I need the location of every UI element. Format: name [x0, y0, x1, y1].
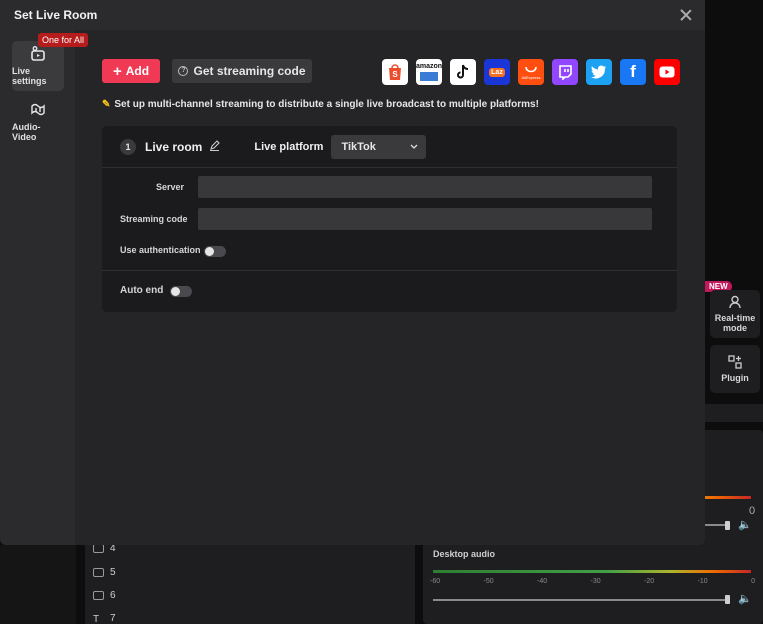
use-authentication-label: Use authentication [120, 245, 201, 255]
auto-end-label: Auto end [120, 285, 164, 296]
shopee-icon[interactable]: S [382, 59, 408, 85]
room-name: Live room [145, 139, 203, 154]
get-streaming-code-button[interactable]: ? Get streaming code [172, 59, 312, 83]
desktop-audio-label: Desktop audio [433, 549, 496, 559]
live-settings-content: + Add ? Get streaming code S amazon Laz [75, 30, 705, 545]
scene-icon [93, 568, 104, 577]
plus-icon: + [112, 62, 122, 80]
plugin-button[interactable]: Plugin [710, 345, 760, 393]
live-room-header: 1 Live room Live platform TikTok [102, 126, 677, 168]
pencil-sparkle-icon: ✎ [102, 99, 111, 110]
tiktok-icon[interactable] [450, 59, 476, 85]
plugin-icon [728, 355, 742, 369]
nav-audio-video[interactable]: Audio-Video [12, 97, 64, 147]
aliexpress-icon[interactable]: AliExpress [518, 59, 544, 85]
text-icon: T [93, 614, 100, 624]
help-icon: ? [178, 66, 189, 76]
live-platform-select[interactable]: TikTok [331, 134, 427, 159]
volume-knob[interactable] [725, 521, 730, 530]
twitter-icon[interactable] [586, 59, 612, 85]
use-authentication-toggle[interactable] [204, 246, 226, 257]
dialog-title: Set Live Room [14, 8, 98, 22]
audio-video-icon [31, 103, 45, 116]
add-button[interactable]: + Add [102, 59, 160, 83]
bg-divider-bar [705, 404, 763, 422]
realtime-mode-button[interactable]: Real-time mode [710, 290, 760, 338]
desktop-volume-knob[interactable] [725, 595, 730, 604]
lazada-icon[interactable]: Laz [484, 59, 510, 85]
twitch-icon[interactable] [552, 59, 578, 85]
room-number-badge: 1 [120, 138, 136, 155]
youtube-icon[interactable] [654, 59, 680, 85]
desktop-speaker-icon[interactable]: 🔈 [738, 592, 752, 605]
scene-item[interactable]: 6 [93, 590, 116, 601]
amazon-icon[interactable]: amazon [416, 59, 442, 85]
scene-icon [93, 591, 104, 600]
bg-meter-zero: 0 [749, 505, 756, 517]
auto-end-toggle[interactable] [170, 286, 192, 297]
bg-left-strip [0, 545, 76, 624]
server-label: Server [156, 182, 185, 192]
one-for-all-badge: One for All [38, 33, 89, 47]
scene-icon [93, 544, 104, 553]
scene-list-panel [85, 545, 415, 624]
set-live-room-dialog: Set Live Room Live settings Audio-Video … [0, 0, 705, 545]
card-divider [102, 270, 677, 271]
svg-text:S: S [392, 70, 398, 79]
multi-channel-tip: ✎ Set up multi-channel streaming to dist… [102, 99, 539, 110]
person-icon [729, 295, 741, 309]
streaming-code-label: Streaming code [120, 214, 188, 224]
dialog-side-nav: Live settings Audio-Video [0, 30, 75, 545]
desktop-volume-slider[interactable] [433, 599, 728, 601]
edit-icon[interactable] [209, 138, 221, 156]
scene-item[interactable]: T7 [93, 613, 116, 624]
live-room-card: 1 Live room Live platform TikTok Server … [102, 126, 677, 312]
server-input[interactable] [198, 176, 652, 198]
streaming-code-input[interactable] [198, 208, 652, 230]
chevron-down-icon [410, 144, 418, 149]
facebook-icon[interactable]: f [620, 59, 646, 85]
meter-ticks: -60 -50 -40 -30 -20 -10 0 [430, 578, 755, 585]
desktop-audio-meter [433, 570, 751, 573]
close-icon[interactable] [679, 8, 693, 22]
platform-icons: S amazon Laz AliExpress f [382, 59, 680, 85]
dialog-header: Set Live Room [0, 0, 705, 30]
nav-live-settings[interactable]: Live settings [12, 41, 64, 91]
speaker-icon[interactable]: 🔈 [738, 518, 752, 531]
live-camera-icon [31, 46, 45, 61]
scene-item[interactable]: 5 [93, 567, 116, 578]
live-platform-label: Live platform [254, 140, 324, 153]
